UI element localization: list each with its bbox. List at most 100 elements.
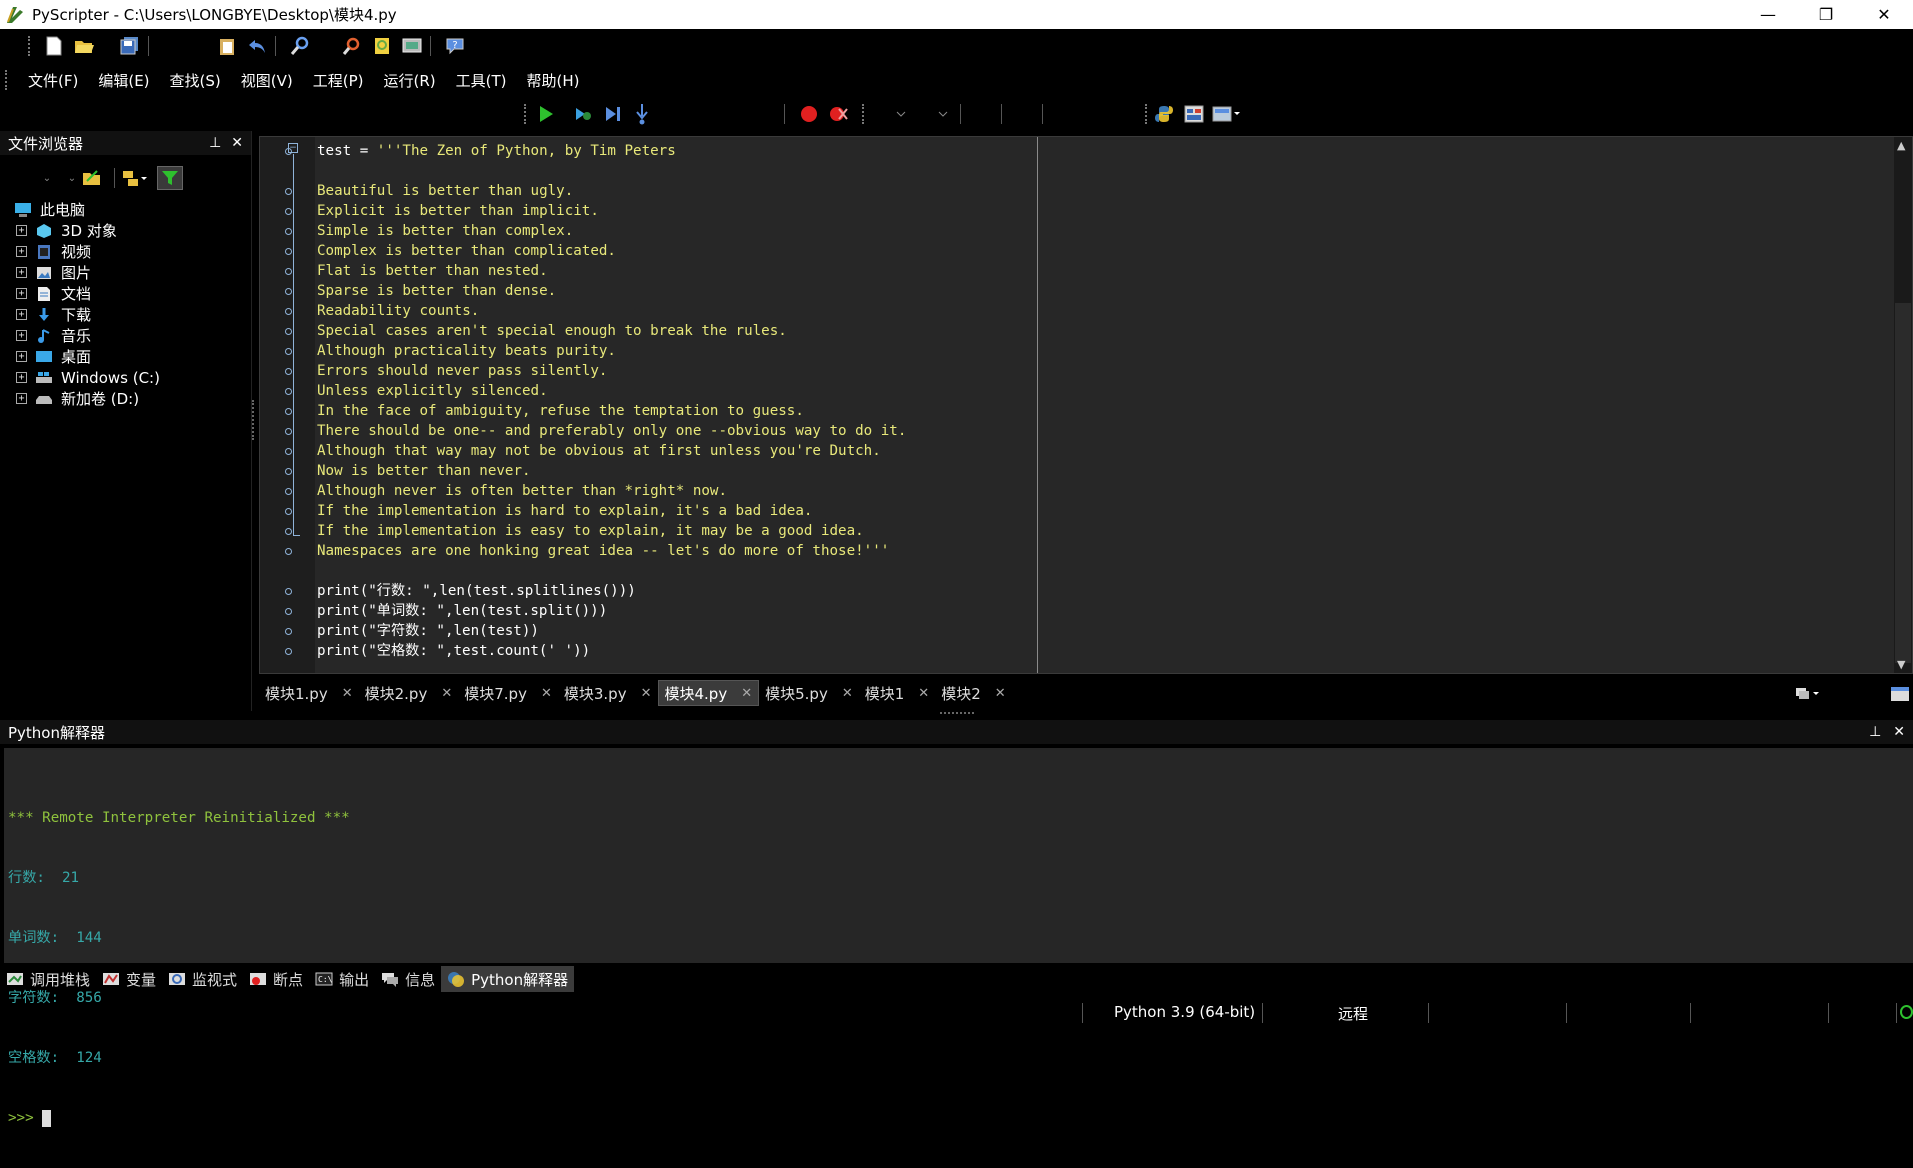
restore-button[interactable]: ❐ <box>1797 0 1855 29</box>
expand-icon[interactable]: + <box>16 393 27 404</box>
tab-module[interactable]: 模块5.py ✕ <box>759 680 859 706</box>
code-editor[interactable]: − test = '''The Zen of Python, by Tim Pe… <box>259 136 1913 674</box>
help-icon[interactable]: ? <box>443 34 467 58</box>
tab-module[interactable]: 模块3.py ✕ <box>558 680 658 706</box>
screen-icon[interactable] <box>400 34 424 58</box>
code-line[interactable]: Sparse is better than dense. <box>317 281 906 301</box>
code-line[interactable]: print("行数: ",len(test.splitlines())) <box>317 581 906 601</box>
new-file-icon[interactable] <box>42 34 66 58</box>
code-line[interactable]: Explicit is better than implicit. <box>317 201 906 221</box>
expand-icon[interactable]: + <box>16 309 27 320</box>
code-line[interactable]: Special cases aren't special enough to b… <box>317 321 906 341</box>
expand-icon[interactable]: + <box>16 225 27 236</box>
close-tab-icon[interactable]: ✕ <box>842 686 853 701</box>
find-icon[interactable] <box>288 34 312 58</box>
code-line[interactable]: Although never is often better than *rig… <box>317 481 906 501</box>
expand-icon[interactable]: + <box>16 330 27 341</box>
folder-tree-icon[interactable] <box>121 170 149 186</box>
clear-breakpoints-icon[interactable] <box>827 102 851 126</box>
tab-module[interactable]: 模块7.py ✕ <box>458 680 558 706</box>
code-line[interactable]: print("空格数: ",test.count(' ')) <box>317 641 906 661</box>
menu-run[interactable]: 运行(R) <box>373 70 445 91</box>
menu-view[interactable]: 视图(V) <box>231 70 303 91</box>
code-line[interactable]: print("单词数: ",len(test.split())) <box>317 601 906 621</box>
menu-tools[interactable]: 工具(T) <box>446 70 517 91</box>
clipboard-icon[interactable] <box>215 34 239 58</box>
replace-icon[interactable] <box>370 34 394 58</box>
code-line[interactable]: If the implementation is hard to explain… <box>317 501 906 521</box>
code-line[interactable]: Complex is better than complicated. <box>317 241 906 261</box>
tab-python-interpreter[interactable]: Python解释器 <box>441 966 575 992</box>
code-line[interactable]: print("字符数: ",len(test)) <box>317 621 906 641</box>
pin-icon[interactable]: ⊥ <box>209 135 221 151</box>
toolbar-grip[interactable] <box>1144 104 1147 124</box>
menu-project[interactable]: 工程(P) <box>303 70 374 91</box>
close-tab-icon[interactable]: ✕ <box>995 686 1006 701</box>
expand-icon[interactable]: + <box>16 288 27 299</box>
tab-module[interactable]: 模块1.py ✕ <box>259 680 359 706</box>
code-line[interactable]: Readability counts. <box>317 301 906 321</box>
menu-help[interactable]: 帮助(H) <box>517 70 590 91</box>
toolbar-grip[interactable] <box>862 104 865 124</box>
code-line[interactable]: Now is better than never. <box>317 461 906 481</box>
menu-file[interactable]: 文件(F) <box>18 70 88 91</box>
engine-mode-status[interactable]: 远程 <box>1338 1003 1368 1024</box>
filter-icon[interactable] <box>157 166 183 190</box>
code-line[interactable]: Simple is better than complex. <box>317 221 906 241</box>
close-button[interactable]: ✕ <box>1855 0 1913 29</box>
editor-vertical-scrollbar[interactable]: ▲ ▼ <box>1894 137 1912 673</box>
pin-icon[interactable]: ⊥ <box>1869 724 1881 740</box>
save-all-icon[interactable] <box>118 34 142 58</box>
run-icon[interactable] <box>534 102 558 126</box>
close-tab-icon[interactable]: ✕ <box>342 686 353 701</box>
code-line[interactable]: Unless explicitly silenced. <box>317 381 906 401</box>
code-line[interactable]: Beautiful is better than ugly. <box>317 181 906 201</box>
tab-variables[interactable]: 变量 <box>96 966 162 992</box>
chevron-down-icon[interactable] <box>936 102 950 126</box>
code-line[interactable]: Although practicality beats purity. <box>317 341 906 361</box>
layouts-dropdown-icon[interactable] <box>1212 102 1243 126</box>
tree-item-drive-c[interactable]: + Windows (C:) <box>0 367 251 388</box>
tab-module[interactable]: 模块2.py ✕ <box>359 680 459 706</box>
tab-output[interactable]: C:\ 输出 <box>309 966 375 992</box>
scroll-down-icon[interactable]: ▼ <box>1897 658 1905 671</box>
open-folder-icon[interactable] <box>72 34 96 58</box>
code-line[interactable]: If the implementation is easy to explain… <box>317 521 906 541</box>
panel-splitter[interactable] <box>252 400 256 440</box>
close-tab-icon[interactable]: ✕ <box>741 686 752 701</box>
menu-grip[interactable] <box>5 70 8 90</box>
tab-module[interactable]: 模块1 ✕ <box>859 680 935 706</box>
python-version-status[interactable]: Python 3.9 (64-bit) <box>1114 1003 1255 1021</box>
interpreter-console[interactable]: *** Remote Interpreter Reinitialized ***… <box>4 748 1913 1127</box>
toolbar-grip[interactable] <box>524 104 526 124</box>
code-line[interactable] <box>317 561 906 581</box>
code-line[interactable]: Errors should never pass silently. <box>317 361 906 381</box>
expand-icon[interactable]: + <box>16 372 27 383</box>
code-text[interactable]: test = '''The Zen of Python, by Tim Pete… <box>317 141 906 661</box>
close-tab-icon[interactable]: ✕ <box>918 686 929 701</box>
tree-item-documents[interactable]: + 文档 <box>0 283 251 304</box>
run-to-cursor-icon[interactable] <box>601 102 625 126</box>
tree-item-this-pc[interactable]: 此电脑 <box>0 199 251 220</box>
expand-icon[interactable]: + <box>16 267 27 278</box>
code-line[interactable]: Flat is better than nested. <box>317 261 906 281</box>
code-line[interactable] <box>317 161 906 181</box>
debug-icon[interactable] <box>572 102 596 126</box>
python-icon[interactable] <box>1153 102 1177 126</box>
open-folder-icon[interactable] <box>82 170 100 186</box>
close-tab-icon[interactable]: ✕ <box>441 686 452 701</box>
menu-search[interactable]: 查找(S) <box>160 70 231 91</box>
tab-call-stack[interactable]: 调用堆栈 <box>0 966 96 992</box>
code-line[interactable]: test = '''The Zen of Python, by Tim Pete… <box>317 141 906 161</box>
tree-item-drive-d[interactable]: + 新加卷 (D:) <box>0 388 251 409</box>
close-icon[interactable]: ✕ <box>231 135 243 151</box>
window-list-icon[interactable] <box>1890 686 1910 702</box>
code-line[interactable]: In the face of ambiguity, refuse the tem… <box>317 401 906 421</box>
toggle-breakpoint-icon[interactable] <box>797 102 821 126</box>
tab-module[interactable]: 模块4.py ✕ <box>657 680 760 706</box>
tab-module[interactable]: 模块2 ✕ <box>935 680 1011 706</box>
close-tab-icon[interactable]: ✕ <box>541 686 552 701</box>
prompt-line[interactable]: >>> <box>8 1108 350 1128</box>
expand-icon[interactable]: + <box>16 351 27 362</box>
tree-item-videos[interactable]: + 视频 <box>0 241 251 262</box>
